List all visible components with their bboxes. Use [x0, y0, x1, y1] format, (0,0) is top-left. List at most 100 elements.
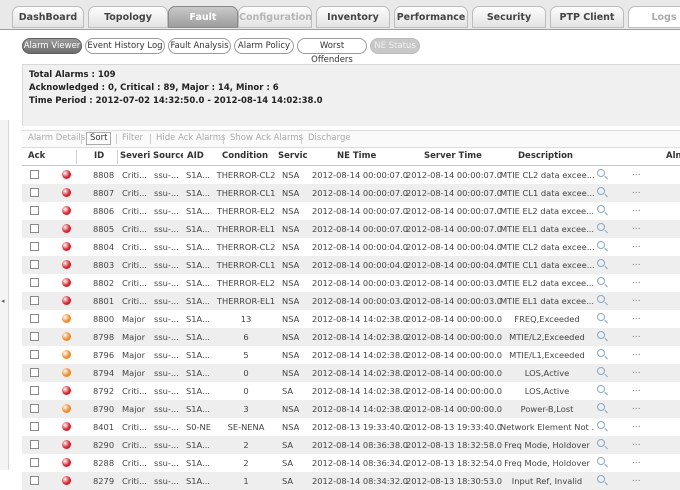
more-options-icon[interactable]: ... — [632, 402, 641, 412]
table-row[interactable]: 8803 Criti... ssu-... S1A... THERROR-CL1 NSA 2… — [22, 256, 680, 274]
table-row[interactable]: 8796 Major ssu-... S1A... 5 NSA 2012-08-14 14:… — [22, 346, 680, 364]
more-options-icon[interactable]: ... — [632, 294, 641, 304]
col-alarm[interactable]: Aln — [666, 151, 680, 161]
more-options-icon[interactable]: ... — [632, 456, 641, 466]
col-source[interactable]: Source — [153, 151, 183, 161]
col-server-time[interactable]: Server Time — [424, 151, 482, 161]
ack-checkbox[interactable] — [30, 296, 39, 305]
col-id[interactable]: ID — [94, 151, 104, 161]
subtab-ne-status[interactable]: NE Status — [370, 38, 420, 54]
col-aid[interactable]: AID — [187, 151, 204, 161]
table-row[interactable]: 8401 Criti... ssu-... S0-NE SE-NENA NSA 2012-0… — [22, 418, 680, 436]
more-options-icon[interactable]: ... — [632, 330, 641, 340]
magnifier-icon[interactable] — [597, 367, 605, 375]
more-options-icon[interactable]: ... — [632, 276, 641, 286]
table-row[interactable]: 8792 Criti... ssu-... S1A... 0 SA 2012-08-14 1… — [22, 382, 680, 400]
ack-checkbox[interactable] — [30, 440, 39, 449]
more-options-icon[interactable]: ... — [632, 366, 641, 376]
panel-collapse-handle[interactable]: ◂ — [0, 120, 9, 470]
more-options-icon[interactable]: ... — [632, 222, 641, 232]
table-row[interactable]: 8807 Criti... ssu-... S1A... THERROR-CL1 NSA 2… — [22, 184, 680, 202]
more-options-icon[interactable]: ... — [632, 312, 641, 322]
ack-checkbox[interactable] — [30, 386, 39, 395]
ack-checkbox[interactable] — [30, 224, 39, 233]
table-row[interactable]: 8800 Major ssu-... S1A... 13 NSA 2012-08-14 14… — [22, 310, 680, 328]
table-row[interactable]: 8279 Criti... ssu-... S1A... 1 SA 2012-08-14 0… — [22, 472, 680, 490]
col-ack[interactable]: Ack — [28, 151, 45, 161]
more-options-icon[interactable]: ... — [632, 240, 641, 250]
hide-ack-alarms-button[interactable]: Hide Ack Alarms — [156, 133, 225, 143]
ack-checkbox[interactable] — [30, 170, 39, 179]
table-row[interactable]: 8288 Criti... ssu-... S1A... 2 SA 2012-08-14 0… — [22, 454, 680, 472]
magnifier-icon[interactable] — [597, 277, 605, 285]
ack-checkbox[interactable] — [30, 476, 39, 485]
more-options-icon[interactable]: ... — [632, 168, 641, 178]
table-row[interactable]: 8806 Criti... ssu-... S1A... THERROR-EL2 NSA 2… — [22, 202, 680, 220]
table-row[interactable]: 8794 Major ssu-... S1A... 0 NSA 2012-08-14 14:… — [22, 364, 680, 382]
table-row[interactable]: 8801 Criti... ssu-... S1A... THERROR-EL1 NSA 2… — [22, 292, 680, 310]
col-ne-time[interactable]: NE Time — [337, 151, 376, 161]
table-row[interactable]: 8802 Criti... ssu-... S1A... THERROR-EL2 NSA 2… — [22, 274, 680, 292]
ack-checkbox[interactable] — [30, 206, 39, 215]
more-options-icon[interactable]: ... — [632, 384, 641, 394]
sort-button[interactable]: Sort — [86, 132, 112, 145]
magnifier-icon[interactable] — [597, 439, 605, 447]
magnifier-icon[interactable] — [597, 205, 605, 213]
table-row[interactable]: 8790 Major ssu-... S1A... 3 NSA 2012-08-14 14:… — [22, 400, 680, 418]
tab-inventory[interactable]: Inventory — [316, 6, 390, 28]
tab-security[interactable]: Security — [472, 6, 546, 28]
alarm-details-button[interactable]: Alarm Details — [28, 133, 85, 143]
ack-checkbox[interactable] — [30, 278, 39, 287]
table-row[interactable]: 8805 Criti... ssu-... S1A... THERROR-EL1 NSA 2… — [22, 220, 680, 238]
ack-checkbox[interactable] — [30, 242, 39, 251]
tab-logs[interactable]: Logs — [628, 6, 680, 28]
tab-performance[interactable]: Performance — [394, 6, 468, 28]
more-options-icon[interactable]: ... — [632, 186, 641, 196]
more-options-icon[interactable]: ... — [632, 258, 641, 268]
table-row[interactable]: 8798 Major ssu-... S1A... 6 NSA 2012-08-14 14:… — [22, 328, 680, 346]
ack-checkbox[interactable] — [30, 350, 39, 359]
col-description[interactable]: Description — [518, 151, 573, 161]
magnifier-icon[interactable] — [597, 403, 605, 411]
col-service[interactable]: Servic — [278, 151, 308, 161]
col-condition[interactable]: Condition — [222, 151, 268, 161]
magnifier-icon[interactable] — [597, 475, 605, 483]
ack-checkbox[interactable] — [30, 188, 39, 197]
ack-checkbox[interactable] — [30, 404, 39, 413]
discharge-button[interactable]: Discharge — [308, 133, 351, 143]
tab-dashboard[interactable]: DashBoard — [12, 6, 84, 28]
ack-checkbox[interactable] — [30, 368, 39, 377]
table-row[interactable]: 8290 Criti... ssu-... S1A... 2 SA 2012-08-14 0… — [22, 436, 680, 454]
magnifier-icon[interactable] — [597, 259, 605, 267]
subtab-fault-analysis[interactable]: Fault Analysis — [168, 38, 231, 54]
ack-checkbox[interactable] — [30, 422, 39, 431]
ack-checkbox[interactable] — [30, 458, 39, 467]
tab-topology[interactable]: Topology — [88, 6, 168, 28]
ack-checkbox[interactable] — [30, 314, 39, 323]
magnifier-icon[interactable] — [597, 385, 605, 393]
more-options-icon[interactable]: ... — [632, 474, 641, 484]
magnifier-icon[interactable] — [597, 331, 605, 339]
magnifier-icon[interactable] — [597, 457, 605, 465]
col-severity[interactable]: Severi — [120, 151, 151, 161]
subtab-alarm-policy[interactable]: Alarm Policy — [234, 38, 294, 54]
tab-ptp-client[interactable]: PTP Client — [550, 6, 624, 28]
more-options-icon[interactable]: ... — [632, 348, 641, 358]
magnifier-icon[interactable] — [597, 241, 605, 249]
magnifier-icon[interactable] — [597, 313, 605, 321]
subtab-event-history-log[interactable]: Event History Log — [85, 38, 165, 54]
ack-checkbox[interactable] — [30, 260, 39, 269]
more-options-icon[interactable]: ... — [632, 204, 641, 214]
subtab-alarm-viewer[interactable]: Alarm Viewer — [22, 38, 82, 54]
magnifier-icon[interactable] — [597, 349, 605, 357]
magnifier-icon[interactable] — [597, 169, 605, 177]
more-options-icon[interactable]: ... — [632, 420, 641, 430]
magnifier-icon[interactable] — [597, 295, 605, 303]
table-row[interactable]: 8804 Criti... ssu-... S1A... THERROR-CL2 NSA 2… — [22, 238, 680, 256]
show-ack-alarms-button[interactable]: Show Ack Alarms — [230, 133, 303, 143]
filter-button[interactable]: Filter — [122, 133, 143, 143]
magnifier-icon[interactable] — [597, 223, 605, 231]
subtab-worst-offenders[interactable]: Worst Offenders — [297, 38, 367, 65]
magnifier-icon[interactable] — [597, 421, 605, 429]
table-row[interactable]: 8808 Criti... ssu-... S1A... THERROR-CL2 NSA 2… — [22, 166, 680, 184]
